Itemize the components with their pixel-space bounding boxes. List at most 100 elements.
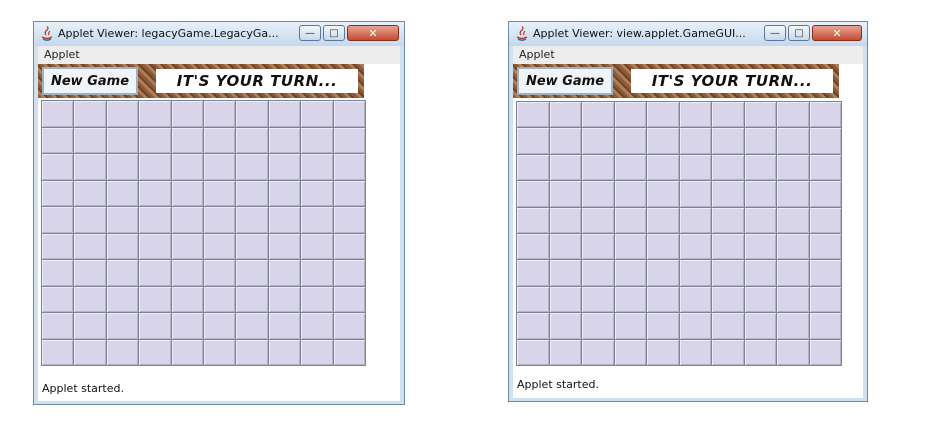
board-cell[interactable] [744, 313, 776, 339]
board-cell[interactable] [712, 102, 744, 128]
board-cell[interactable] [74, 127, 106, 153]
board-cell[interactable] [712, 339, 744, 365]
maximize-button[interactable]: □ [323, 25, 345, 41]
board-cell[interactable] [744, 233, 776, 260]
board-cell[interactable] [203, 127, 236, 153]
board-cell[interactable] [582, 339, 614, 365]
board-cell[interactable] [236, 127, 268, 153]
board-cell[interactable] [106, 233, 139, 259]
board-cell[interactable] [549, 128, 581, 154]
board-cell[interactable] [614, 313, 646, 339]
board-cell[interactable] [139, 207, 171, 233]
close-button[interactable]: ✕ [812, 25, 862, 41]
board-cell[interactable] [236, 260, 268, 286]
title-bar[interactable]: Applet Viewer: view.applet.GameGUI... — … [509, 22, 867, 46]
board-cell[interactable] [333, 154, 365, 180]
board-cell[interactable] [679, 154, 711, 181]
board-cell[interactable] [712, 286, 744, 313]
close-button[interactable]: ✕ [347, 25, 399, 41]
board-cell[interactable] [171, 260, 203, 286]
board-cell[interactable] [614, 102, 646, 128]
board-cell[interactable] [236, 101, 268, 127]
board-cell[interactable] [171, 286, 203, 312]
board-cell[interactable] [42, 127, 74, 153]
board-cell[interactable] [809, 339, 841, 365]
board-cell[interactable] [744, 154, 776, 181]
board-cell[interactable] [549, 154, 581, 181]
board-cell[interactable] [268, 313, 301, 339]
board-cell[interactable] [139, 313, 171, 339]
board-cell[interactable] [203, 286, 236, 312]
board-cell[interactable] [106, 101, 139, 127]
board-cell[interactable] [268, 127, 301, 153]
board-cell[interactable] [42, 260, 74, 286]
new-game-button[interactable]: New Game [517, 67, 613, 95]
board-cell[interactable] [74, 260, 106, 286]
board-cell[interactable] [42, 101, 74, 127]
board-cell[interactable] [106, 260, 139, 286]
board-cell[interactable] [74, 233, 106, 259]
board-cell[interactable] [647, 207, 679, 233]
board-cell[interactable] [139, 180, 171, 206]
board-cell[interactable] [203, 180, 236, 206]
board-cell[interactable] [809, 128, 841, 154]
board-cell[interactable] [744, 128, 776, 154]
board-cell[interactable] [333, 339, 365, 365]
menu-applet[interactable]: Applet [44, 48, 80, 61]
board-cell[interactable] [42, 180, 74, 206]
board-cell[interactable] [712, 128, 744, 154]
board-cell[interactable] [679, 286, 711, 313]
board-cell[interactable] [679, 181, 711, 207]
board-cell[interactable] [333, 127, 365, 153]
board-cell[interactable] [139, 339, 171, 365]
board-cell[interactable] [42, 154, 74, 180]
board-cell[interactable] [777, 313, 809, 339]
board-cell[interactable] [42, 339, 74, 365]
board-cell[interactable] [236, 180, 268, 206]
board-cell[interactable] [42, 233, 74, 259]
board-cell[interactable] [42, 313, 74, 339]
board-cell[interactable] [582, 207, 614, 233]
board-cell[interactable] [74, 313, 106, 339]
board-cell[interactable] [517, 260, 549, 286]
board-cell[interactable] [777, 181, 809, 207]
board-cell[interactable] [268, 260, 301, 286]
maximize-button[interactable]: □ [788, 25, 810, 41]
board-cell[interactable] [106, 313, 139, 339]
board-cell[interactable] [809, 313, 841, 339]
board-cell[interactable] [647, 128, 679, 154]
board-cell[interactable] [333, 313, 365, 339]
board-cell[interactable] [517, 128, 549, 154]
board-cell[interactable] [809, 286, 841, 313]
board-cell[interactable] [106, 180, 139, 206]
board-cell[interactable] [582, 233, 614, 260]
board-cell[interactable] [74, 339, 106, 365]
board-cell[interactable] [712, 313, 744, 339]
board-cell[interactable] [517, 233, 549, 260]
board-cell[interactable] [236, 286, 268, 312]
board-cell[interactable] [614, 260, 646, 286]
board-cell[interactable] [171, 313, 203, 339]
board-cell[interactable] [614, 339, 646, 365]
board-cell[interactable] [777, 233, 809, 260]
menu-applet[interactable]: Applet [519, 48, 555, 61]
board-cell[interactable] [139, 154, 171, 180]
board-cell[interactable] [333, 180, 365, 206]
board-cell[interactable] [614, 181, 646, 207]
board-cell[interactable] [647, 260, 679, 286]
board-cell[interactable] [106, 286, 139, 312]
board-cell[interactable] [268, 233, 301, 259]
board-cell[interactable] [301, 154, 333, 180]
minimize-button[interactable]: — [299, 25, 321, 41]
minimize-button[interactable]: — [764, 25, 786, 41]
board-cell[interactable] [268, 101, 301, 127]
board-cell[interactable] [614, 128, 646, 154]
board-cell[interactable] [268, 154, 301, 180]
board-cell[interactable] [809, 233, 841, 260]
board-cell[interactable] [647, 181, 679, 207]
board-cell[interactable] [171, 154, 203, 180]
new-game-button[interactable]: New Game [42, 67, 138, 95]
board-cell[interactable] [268, 207, 301, 233]
board-cell[interactable] [549, 286, 581, 313]
title-bar[interactable]: Applet Viewer: legacyGame.LegacyGa... — … [34, 22, 404, 46]
